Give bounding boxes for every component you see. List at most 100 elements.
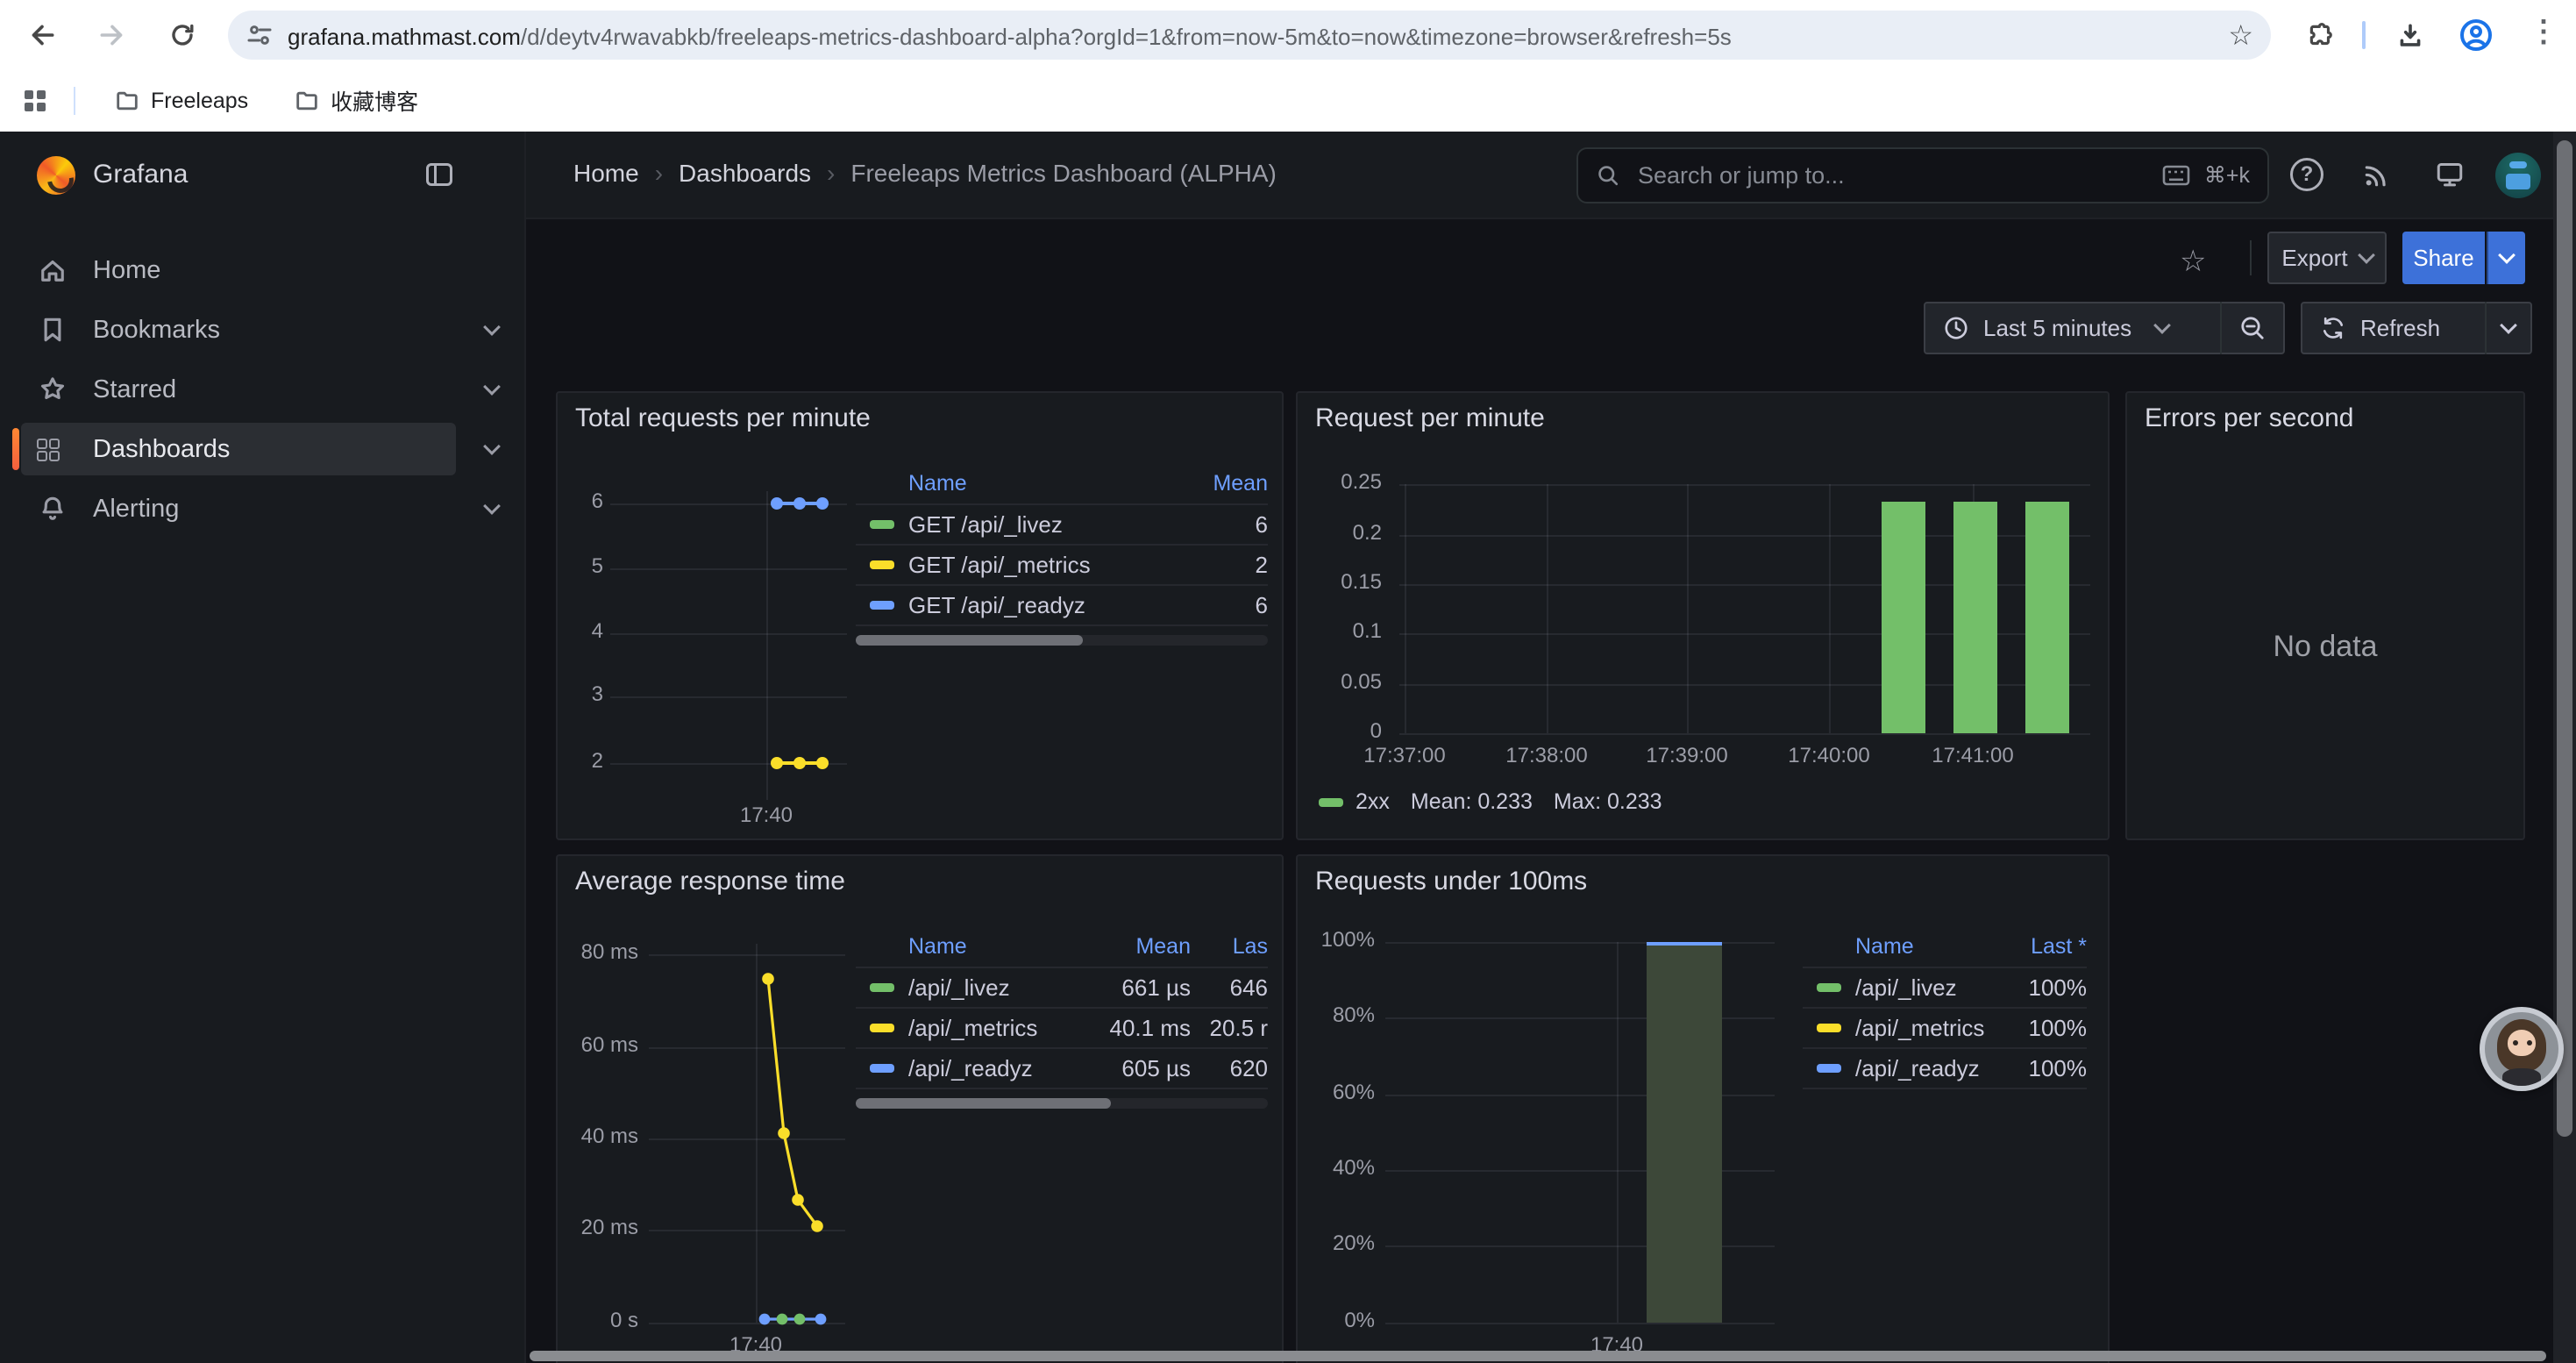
- legend-col-name[interactable]: Name: [1855, 934, 1996, 960]
- series-color-pill: [1817, 1024, 1841, 1032]
- panel-title[interactable]: Total requests per minute: [575, 403, 871, 433]
- news-rss-icon[interactable]: [2362, 160, 2392, 189]
- favorite-star-icon[interactable]: ☆: [2180, 244, 2206, 279]
- extensions-icon[interactable]: [2306, 21, 2336, 51]
- bar-2xx: [1882, 502, 1925, 733]
- bookmark-icon: [37, 314, 68, 346]
- keyboard-icon: [2162, 165, 2190, 186]
- legend-col-last[interactable]: Last *: [1996, 934, 2087, 960]
- download-icon[interactable]: [2395, 21, 2425, 51]
- legend-row[interactable]: /api/_readyz 605 µs 620: [856, 1049, 1268, 1089]
- series-color-pill: [870, 1064, 894, 1073]
- back-button[interactable]: [18, 11, 67, 60]
- y-tick: 6: [558, 489, 603, 514]
- reload-button[interactable]: [158, 11, 207, 60]
- legend-header: Name Last *: [1803, 926, 2087, 968]
- legend-col-mean[interactable]: Mean: [1089, 934, 1191, 960]
- sidebar-item-bookmarks[interactable]: Bookmarks: [0, 300, 526, 360]
- panel-requests-under-100ms[interactable]: Requests under 100ms 100% 80% 60% 40% 20…: [1296, 854, 2110, 1363]
- site-info-icon[interactable]: [246, 21, 274, 49]
- refresh-button[interactable]: Refresh: [2302, 315, 2485, 342]
- legend-col-mean[interactable]: Mean: [1180, 471, 1268, 496]
- sidebar-item-dashboards[interactable]: Dashboards: [0, 419, 526, 479]
- grafana-logo[interactable]: [37, 156, 75, 195]
- series-color-pill: [870, 560, 894, 569]
- legend-row[interactable]: /api/_livez 100%: [1803, 968, 2087, 1009]
- export-button[interactable]: Export: [2267, 232, 2387, 284]
- legend-header: Name Mean Las: [856, 926, 1268, 968]
- share-dropdown-button[interactable]: [2487, 232, 2525, 284]
- legend-scrollbar[interactable]: [856, 1098, 1268, 1109]
- assistant-avatar[interactable]: [2480, 1007, 2564, 1091]
- y-tick: 40%: [1298, 1156, 1375, 1181]
- panel-title[interactable]: Errors per second: [2145, 403, 2353, 433]
- legend-col-name[interactable]: Name: [908, 934, 1089, 960]
- bookmark-star-icon[interactable]: ☆: [2228, 18, 2253, 52]
- active-item-background: [21, 423, 456, 475]
- address-bar[interactable]: grafana.mathmast.com/d/deytv4rwavabkb/fr…: [228, 11, 2271, 60]
- y-tick: 2: [558, 749, 603, 774]
- folder-icon: [114, 88, 140, 114]
- time-range-picker[interactable]: Last 5 minutes: [1925, 315, 2220, 342]
- chevron-down-icon[interactable]: [483, 497, 501, 515]
- browser-profile-icon[interactable]: [2459, 18, 2494, 53]
- panel-title[interactable]: Request per minute: [1315, 403, 1545, 433]
- x-tick: 17:41:00: [1910, 744, 2036, 768]
- panel-total-requests[interactable]: Total requests per minute 6 5 4 3 2 17:4…: [556, 391, 1284, 840]
- legend-row[interactable]: GET /api/_metrics 2: [856, 546, 1268, 586]
- panel-title[interactable]: Average response time: [575, 867, 845, 896]
- refresh-interval-dropdown[interactable]: [2487, 325, 2530, 332]
- legend-table: Name Mean GET /api/_livez 6 GET /api/_me…: [856, 463, 1268, 626]
- panel-avg-response-time[interactable]: Average response time 80 ms 60 ms 40 ms …: [556, 854, 1284, 1363]
- y-tick: 0.1: [1298, 619, 1382, 644]
- panel-title[interactable]: Requests under 100ms: [1315, 867, 1587, 896]
- legend-row[interactable]: GET /api/_livez 6: [856, 505, 1268, 546]
- sidebar-item-home[interactable]: Home: [0, 240, 526, 300]
- bookmark-folder-blogs[interactable]: 收藏博客: [280, 80, 432, 122]
- refresh-label: Refresh: [2360, 315, 2440, 342]
- legend-row[interactable]: /api/_livez 661 µs 646: [856, 968, 1268, 1009]
- series-color-pill: [870, 520, 894, 529]
- sidebar-item-alerting[interactable]: Alerting: [0, 479, 526, 539]
- legend-row[interactable]: /api/_metrics 40.1 ms 20.5 r: [856, 1009, 1268, 1049]
- chevron-down-icon[interactable]: [483, 438, 501, 455]
- chevron-down-icon[interactable]: [483, 318, 501, 336]
- user-avatar[interactable]: [2495, 153, 2541, 198]
- star-icon: [37, 374, 68, 405]
- forward-button[interactable]: [88, 11, 137, 60]
- legend-scrollbar[interactable]: [856, 635, 1268, 646]
- breadcrumb-home[interactable]: Home: [573, 160, 639, 188]
- y-tick: 0.2: [1298, 521, 1382, 546]
- breadcrumb-dashboards[interactable]: Dashboards: [679, 160, 811, 188]
- y-tick: 0 s: [558, 1309, 638, 1333]
- share-button[interactable]: Share: [2402, 232, 2485, 284]
- breadcrumb-separator: ›: [639, 160, 679, 188]
- folder-icon: [294, 88, 320, 114]
- chevron-down-icon[interactable]: [483, 378, 501, 396]
- series-color-pill: [870, 601, 894, 610]
- screen-share-icon[interactable]: [2434, 160, 2466, 189]
- search-input[interactable]: [1634, 161, 2148, 191]
- apps-grid-icon[interactable]: [25, 90, 46, 111]
- help-icon[interactable]: ?: [2290, 158, 2323, 191]
- bookmark-folder-freeleaps[interactable]: Freeleaps: [100, 82, 262, 119]
- breadcrumb-separator: ›: [811, 160, 850, 188]
- dock-menu-icon[interactable]: [426, 163, 452, 186]
- x-tick: 17:40:00: [1766, 744, 1892, 768]
- legend-row[interactable]: GET /api/_readyz 6: [856, 586, 1268, 626]
- legend-col-name[interactable]: Name: [908, 471, 1180, 496]
- legend-item-2xx[interactable]: 2xx: [1319, 789, 1390, 815]
- panel-request-per-minute[interactable]: Request per minute 0.25 0.2 0.15 0.1 0.0…: [1296, 391, 2110, 840]
- panel-errors-per-second[interactable]: Errors per second No data: [2125, 391, 2525, 840]
- zoom-out-button[interactable]: [2222, 314, 2283, 342]
- horizontal-scrollbar-thumb[interactable]: [530, 1351, 2546, 1361]
- legend-row[interactable]: /api/_metrics 100%: [1803, 1009, 2087, 1049]
- sidebar-item-starred[interactable]: Starred: [0, 360, 526, 419]
- search-box[interactable]: ⌘+k: [1576, 147, 2269, 203]
- browser-menu-icon[interactable]: ⋮: [2529, 14, 2558, 49]
- legend-row[interactable]: /api/_readyz 100%: [1803, 1049, 2087, 1089]
- vertical-scrollbar-thumb[interactable]: [2557, 140, 2572, 1137]
- legend-col-last[interactable]: Las: [1191, 934, 1268, 960]
- breadcrumb: Home › Dashboards › Freeleaps Metrics Da…: [573, 160, 1277, 188]
- dashboards-grid-icon: [37, 439, 68, 460]
